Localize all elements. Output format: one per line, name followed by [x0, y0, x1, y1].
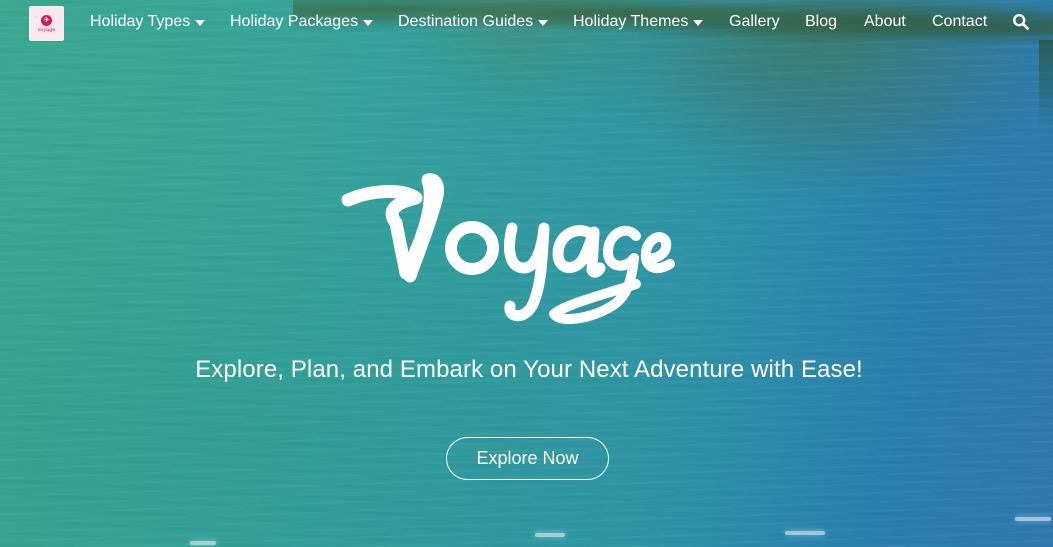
caret-down-icon [363, 19, 374, 26]
hero-background-boat [785, 531, 825, 535]
search-icon [1012, 13, 1029, 30]
hero-background-right-shore [1039, 40, 1053, 130]
nav-item-label: Contact [932, 13, 988, 30]
hero-section: ✈ voyage Holiday Types Holiday Packages … [0, 0, 1053, 547]
caret-down-icon [195, 19, 206, 26]
nav-item-about[interactable]: About [864, 12, 906, 32]
main-navigation: ✈ voyage Holiday Types Holiday Packages … [0, 0, 1053, 46]
caret-down-icon [693, 19, 704, 26]
nav-item-label: Holiday Types [90, 13, 191, 30]
nav-item-label: Blog [805, 13, 838, 30]
hero-background-boat [535, 533, 565, 537]
nav-item-holiday-types[interactable]: Holiday Types [90, 12, 206, 32]
nav-item-blog[interactable]: Blog [805, 12, 837, 32]
hero-background-boat [1015, 517, 1051, 521]
voyage-script-logo [341, 173, 675, 325]
logo-text: voyage [37, 26, 56, 33]
nav-item-contact[interactable]: Contact [932, 12, 987, 32]
nav-item-destination-guides[interactable]: Destination Guides [398, 12, 549, 32]
nav-item-label: About [864, 13, 906, 30]
brand-script-title [336, 168, 686, 348]
nav-item-label: Destination Guides [398, 13, 534, 30]
caret-down-icon [538, 19, 549, 26]
hero-tagline: Explore, Plan, and Embark on Your Next A… [195, 356, 863, 383]
nav-item-holiday-packages[interactable]: Holiday Packages [230, 12, 374, 32]
nav-item-gallery[interactable]: Gallery [729, 12, 780, 32]
hero-background-boat [190, 541, 216, 545]
search-button[interactable] [1012, 13, 1030, 31]
nav-item-label: Gallery [729, 13, 780, 30]
explore-now-button[interactable]: Explore Now [446, 437, 609, 480]
nav-item-holiday-themes[interactable]: Holiday Themes [573, 12, 704, 32]
nav-item-label: Holiday Packages [230, 13, 359, 30]
voyage-logo-icon: ✈ [41, 14, 52, 26]
site-logo[interactable]: ✈ voyage [29, 6, 64, 41]
nav-item-label: Holiday Themes [573, 13, 689, 30]
